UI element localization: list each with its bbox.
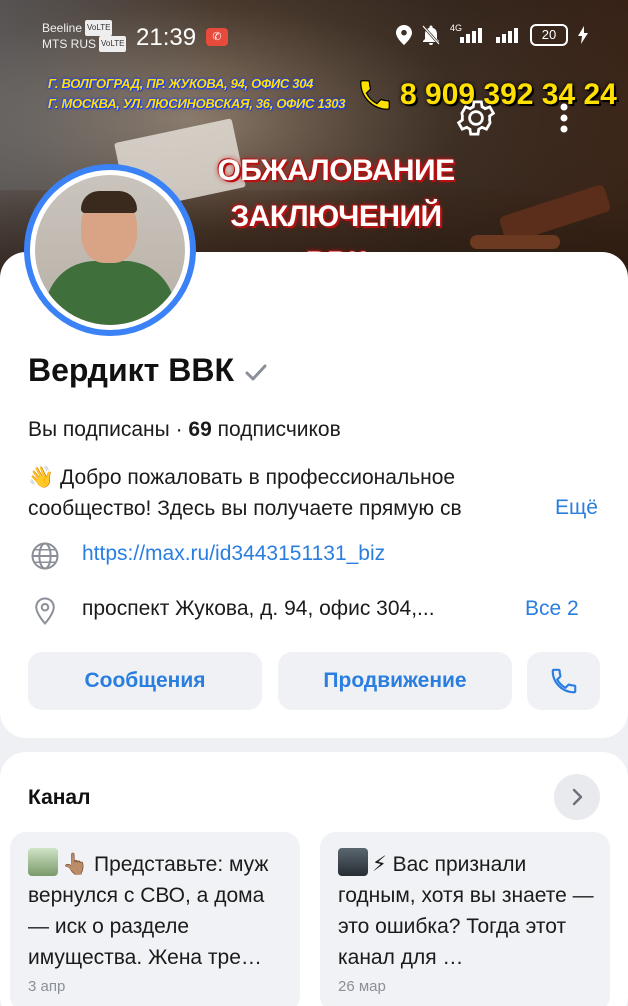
more-options-button[interactable]: [550, 98, 578, 138]
gavel-base-image: [470, 235, 560, 249]
description-fade: [500, 494, 552, 524]
cover-addresses: Г. ВОЛГОГРАД, ПР. ЖУКОВА, 94, ОФИС 304 Г…: [48, 74, 345, 114]
carrier-2: MTS RUS: [42, 37, 96, 51]
status-bar: Beeline VoLTE MTS RUS VoLTE 21:39 ✆ 4G 20: [0, 0, 628, 70]
phone-call-icon: [551, 668, 576, 694]
post-date: 26 мар: [338, 978, 386, 995]
battery-icon: 20: [530, 24, 568, 46]
system-icons: 4G 20: [396, 23, 588, 46]
network-type: 4G: [450, 23, 463, 33]
subscribers-line: Вы подписаны · 69 подписчиков: [28, 418, 341, 442]
cover-title-line-1: ОБЖАЛОВАНИЕ: [217, 154, 455, 187]
channel-open-button[interactable]: [554, 774, 600, 820]
globe-icon: [31, 542, 59, 570]
location-icon: [396, 25, 412, 45]
address-line-1: Г. ВОЛГОГРАД, ПР. ЖУКОВА, 94, ОФИС 304: [48, 76, 314, 91]
avatar: [35, 175, 185, 325]
post-thumbnail: [338, 848, 368, 876]
description-more-link[interactable]: Ещё: [555, 496, 598, 520]
promotion-button[interactable]: Продвижение: [278, 652, 512, 710]
screen: Beeline VoLTE MTS RUS VoLTE 21:39 ✆ 4G 20: [0, 0, 628, 1006]
post-date: 3 апр: [28, 978, 66, 995]
channel-section-title: Канал: [28, 786, 91, 809]
more-vertical-icon: [560, 103, 568, 133]
volte-badge-1: VoLTE: [85, 20, 113, 36]
channel-description: 👋 Добро пожаловать в профессиональное со…: [28, 466, 462, 520]
subscribed-status: Вы подписаны ·: [28, 418, 189, 441]
verified-check-icon: [245, 364, 267, 380]
carrier-1: Beeline: [42, 21, 83, 35]
carrier-info: Beeline VoLTE MTS RUS VoLTE: [42, 20, 127, 52]
signal-icon: [494, 25, 520, 45]
phone-icon: [360, 80, 390, 110]
channel-address[interactable]: проспект Жукова, д. 94, офис 304,...: [82, 597, 435, 621]
channel-post[interactable]: ⚡ Вас признали годным, хотя вы знаете — …: [320, 832, 610, 1006]
mute-bell-icon: [422, 25, 440, 45]
address-line-2: Г. МОСКВА, УЛ. ЛЮСИНОВСКАЯ, 36, ОФИС 130…: [48, 96, 346, 111]
channel-name-row: Вердикт ВВК: [28, 352, 268, 389]
volte-badge-2: VoLTE: [99, 36, 127, 52]
subscribers-suffix: подписчиков: [211, 418, 341, 441]
settings-button[interactable]: [454, 96, 498, 140]
messages-button-label: Сообщения: [84, 669, 206, 692]
post-text: 👆🏽 Представьте: муж вернулся с СВО, а до…: [28, 848, 290, 972]
phone-missed-icon: ✆: [206, 28, 228, 46]
messages-button[interactable]: Сообщения: [28, 652, 262, 710]
subscribers-count: 69: [188, 418, 212, 441]
call-button[interactable]: [527, 652, 600, 710]
channel-post[interactable]: 👆🏽 Представьте: муж вернулся с СВО, а до…: [10, 832, 300, 1006]
avatar-border: [30, 170, 190, 330]
chevron-right-icon: [572, 788, 583, 806]
post-emoji: ⚡: [372, 853, 387, 876]
post-text: ⚡ Вас признали годным, хотя вы знаете — …: [338, 848, 600, 972]
clock: 21:39: [136, 24, 197, 51]
cover-phone-number: 8 909 392 34 24: [400, 78, 617, 111]
promotion-button-label: Продвижение: [323, 669, 467, 692]
channel-link[interactable]: https://max.ru/id3443151131_biz: [82, 542, 385, 566]
gear-icon: [456, 100, 496, 136]
avatar-body: [45, 261, 175, 325]
channel-name: Вердикт ВВК: [28, 352, 234, 388]
all-addresses-link[interactable]: Все 2: [525, 597, 579, 621]
location-pin-icon: [35, 597, 55, 625]
avatar-ring[interactable]: [24, 164, 196, 336]
avatar-hair: [81, 191, 137, 213]
signal-4g-icon: 4G: [450, 23, 484, 45]
post-emoji: 👆🏽: [62, 853, 89, 876]
charging-icon: [578, 26, 588, 44]
post-thumbnail: [28, 848, 58, 876]
